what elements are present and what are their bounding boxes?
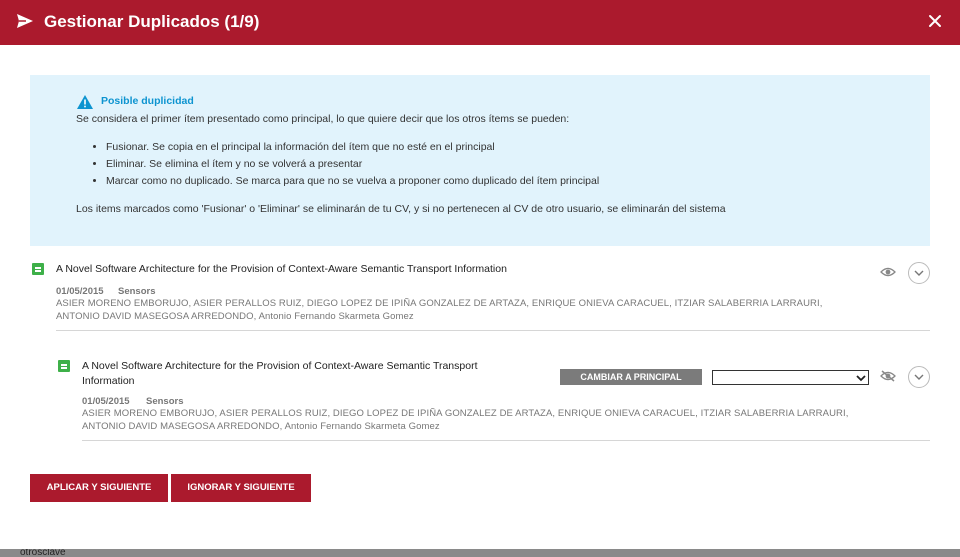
close-icon[interactable] xyxy=(926,12,944,30)
item-source: Sensors xyxy=(146,396,184,407)
expand-button[interactable] xyxy=(908,262,930,284)
ignore-next-button[interactable]: IGNORAR Y SIGUIENTE xyxy=(171,474,311,502)
item-title[interactable]: A Novel Software Architecture for the Pr… xyxy=(82,359,552,389)
title-line: Information xyxy=(82,375,135,387)
background-page: otrosclave xyxy=(0,549,960,557)
make-principal-button[interactable]: CAMBIAR A PRINCIPAL xyxy=(560,369,702,385)
eye-slash-icon[interactable] xyxy=(880,370,896,382)
bullet-delete: Eliminar. Se elimina el ítem y no se vol… xyxy=(106,156,599,173)
authors-line: ANTONIO DAVID MASEGOSA ARREDONDO, Antoni… xyxy=(82,421,440,432)
bullet-not-duplicate: Marcar como no duplicado. Se marca para … xyxy=(106,173,599,190)
document-icon xyxy=(32,263,44,275)
item-date: 01/05/2015 xyxy=(82,396,130,407)
authors-line: ASIER MORENO EMBORUJO, ASIER PERALLOS RU… xyxy=(82,408,849,419)
apply-next-button[interactable]: APLICAR Y SIGUIENTE xyxy=(30,474,168,502)
duplicity-info-box: Posible duplicidad Se considera el prime… xyxy=(30,75,930,246)
bullet-merge: Fusionar. Se copia en el principal la in… xyxy=(106,139,599,156)
info-intro: Se considera el primer ítem presentado c… xyxy=(76,113,570,125)
item-authors: ASIER MORENO EMBORUJO, ASIER PERALLOS RU… xyxy=(56,297,896,323)
chevron-down-icon xyxy=(856,375,866,382)
authors-line: ANTONIO DAVID MASEGOSA ARREDONDO, Antoni… xyxy=(56,311,414,322)
modal-title: Gestionar Duplicados (1/9) xyxy=(44,12,260,31)
item-source: Sensors xyxy=(118,286,156,297)
item-title[interactable]: A Novel Software Architecture for the Pr… xyxy=(56,262,846,277)
authors-line: ASIER MORENO EMBORUJO, ASIER PERALLOS RU… xyxy=(56,298,823,309)
item-date: 01/05/2015 xyxy=(56,286,104,297)
modal-header: Gestionar Duplicados (1/9) xyxy=(0,0,960,45)
background-text: otrosclave xyxy=(20,549,66,557)
action-select[interactable] xyxy=(712,370,869,385)
info-title: Posible duplicidad xyxy=(101,95,194,107)
divider xyxy=(56,330,930,331)
eye-icon[interactable] xyxy=(880,266,896,278)
title-line: A Novel Software Architecture for the Pr… xyxy=(82,360,478,372)
info-footer: Los items marcados como 'Fusionar' o 'El… xyxy=(76,203,726,215)
expand-button[interactable] xyxy=(908,366,930,388)
chevron-down-icon xyxy=(914,270,924,276)
item-authors: ASIER MORENO EMBORUJO, ASIER PERALLOS RU… xyxy=(82,407,922,433)
warning-icon xyxy=(77,95,93,109)
send-icon xyxy=(17,14,33,28)
info-bullet-list: Fusionar. Se copia en el principal la in… xyxy=(76,139,599,190)
chevron-down-icon xyxy=(914,374,924,380)
document-icon xyxy=(58,360,70,372)
duplicates-modal: Gestionar Duplicados (1/9) Posible dupli… xyxy=(0,0,960,549)
divider xyxy=(82,440,930,441)
